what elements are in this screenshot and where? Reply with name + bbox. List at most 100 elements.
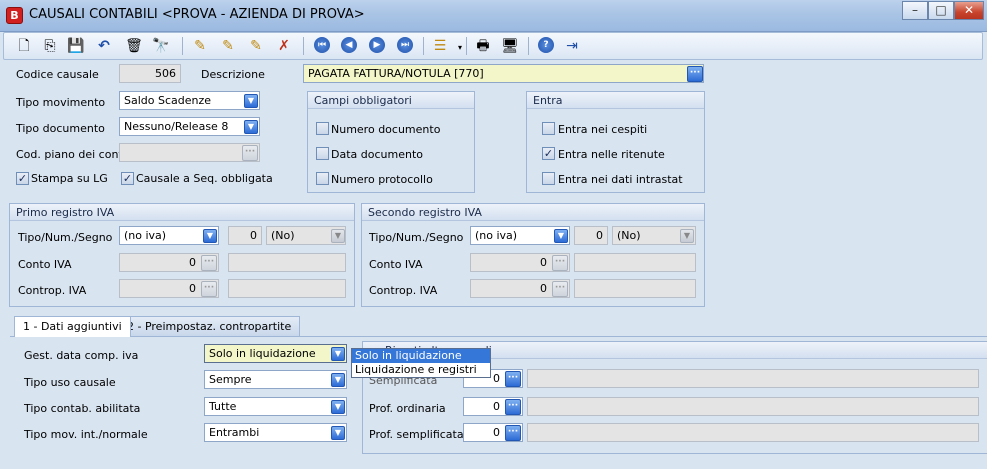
entra-intrastat-checkbox[interactable] (542, 172, 555, 185)
undo-icon[interactable]: ↶ (94, 36, 114, 56)
primo-conto-desc (228, 253, 346, 272)
entra-title: Entra (527, 92, 704, 109)
descrizione-lookup-button[interactable]: ··· (687, 66, 703, 82)
secondo-iva-title: Secondo registro IVA (362, 204, 704, 221)
data-documento-label: Data documento (331, 148, 423, 161)
delete-icon[interactable]: 🗑 (124, 36, 144, 56)
primo-controp-lookup-button[interactable]: ··· (201, 281, 217, 297)
gest-data-label: Gest. data comp. iva (24, 349, 139, 362)
numero-documento-label: Numero documento (331, 123, 441, 136)
list-dropdown-icon[interactable]: ▾ (450, 38, 470, 58)
edit-cancel-icon[interactable]: ✗ (274, 36, 294, 56)
primo-segno-dropdown-icon[interactable]: ▼ (331, 229, 345, 243)
piano-conti-lookup-button[interactable]: ··· (242, 145, 258, 161)
entra-cespiti-checkbox[interactable] (542, 122, 555, 135)
edit1-icon[interactable]: ✎ (190, 36, 210, 56)
tipo-documento-dropdown-icon[interactable]: ▼ (244, 120, 258, 134)
next-record-icon[interactable]: ▶ (369, 37, 385, 53)
codice-field[interactable]: 506 (119, 64, 181, 83)
toolbar-separator (182, 37, 183, 55)
copy-document-icon[interactable]: ⎘ (40, 36, 60, 56)
prof-semplificata-label: Prof. semplificata (369, 428, 464, 441)
piano-conti-field[interactable] (119, 143, 260, 162)
causale-seq-checkbox[interactable]: ✓ (121, 172, 134, 185)
dropdown-option-liquidazione-registri[interactable]: Liquidazione e registri (352, 363, 490, 377)
prof-ordinaria-desc (527, 397, 979, 416)
secondo-controp-desc (574, 279, 696, 298)
tipo-documento-select[interactable]: Nessuno/Release 8 (119, 117, 260, 136)
tipo-uso-dropdown-icon[interactable]: ▼ (331, 373, 345, 387)
print-icon[interactable]: 🖶 (473, 36, 493, 56)
tipo-movimento-label: Tipo movimento (16, 96, 106, 109)
descrizione-field[interactable]: PAGATA FATTURA/NOTULA [770] (303, 64, 704, 83)
new-document-icon[interactable]: 🗋 (14, 36, 34, 56)
maximize-button[interactable]: □ (928, 1, 954, 20)
exit-icon[interactable]: ⇥ (562, 36, 582, 56)
toolbar (3, 32, 983, 60)
find-icon[interactable]: 🔭 (151, 36, 171, 56)
minimize-button[interactable]: – (902, 1, 928, 20)
entra-ritenute-label: Entra nelle ritenute (558, 148, 665, 161)
last-record-icon[interactable]: ⏭ (397, 37, 413, 53)
save-icon[interactable]: 💾 (66, 36, 86, 56)
prev-record-icon[interactable]: ◀ (341, 37, 357, 53)
primo-conto-label: Conto IVA (18, 258, 72, 271)
tipo-documento-label: Tipo documento (16, 122, 105, 135)
gest-data-dropdown-icon[interactable]: ▼ (331, 347, 345, 361)
tipo-uso-label: Tipo uso causale (24, 376, 116, 389)
campi-obbligatori-title: Campi obbligatori (308, 92, 474, 109)
dropdown-option-solo-liquidazione[interactable]: Solo in liquidazione (352, 349, 490, 363)
toolbar-separator (528, 37, 529, 55)
prof-semplificata-desc (527, 423, 979, 442)
tipo-mov-dropdown-icon[interactable]: ▼ (331, 426, 345, 440)
gest-data-dropdown-list: Solo in liquidazione Liquidazione e regi… (351, 348, 491, 378)
secondo-num-field[interactable]: 0 (574, 226, 608, 245)
stampa-checkbox[interactable]: ✓ (16, 172, 29, 185)
secondo-controp-lookup-button[interactable]: ··· (552, 281, 568, 297)
prof-ordinaria-lookup-button[interactable]: ··· (505, 399, 521, 415)
app-icon[interactable]: B (6, 7, 23, 24)
window-title: CAUSALI CONTABILI <PROVA - AZIENDA DI PR… (29, 7, 365, 22)
primo-controp-label: Controp. IVA (18, 284, 87, 297)
secondo-conto-label: Conto IVA (369, 258, 423, 271)
tipo-mov-select[interactable]: Entrambi (204, 423, 347, 442)
first-record-icon[interactable]: ⏮ (314, 37, 330, 53)
tipo-uso-select[interactable]: Sempre (204, 370, 347, 389)
prof-ordinaria-label: Prof. ordinaria (369, 402, 446, 415)
tipo-contab-select[interactable]: Tutte (204, 397, 347, 416)
semplificata-desc (527, 369, 979, 388)
primo-iva-title: Primo registro IVA (10, 204, 354, 221)
secondo-conto-lookup-button[interactable]: ··· (552, 255, 568, 271)
numero-protocollo-checkbox[interactable] (316, 172, 329, 185)
gest-data-select[interactable]: Solo in liquidazione (204, 344, 347, 363)
tab-preimpostaz-contropartite[interactable]: 2 - Preimpostaz. contropartite (118, 316, 301, 336)
close-button[interactable]: ✕ (954, 1, 984, 20)
edit2-icon[interactable]: ✎ (218, 36, 238, 56)
toolbar-separator (303, 37, 304, 55)
data-documento-checkbox[interactable] (316, 147, 329, 160)
edit3-icon[interactable]: ✎ (246, 36, 266, 56)
tipo-movimento-dropdown-icon[interactable]: ▼ (244, 94, 258, 108)
primo-num-field[interactable]: 0 (228, 226, 262, 245)
codice-label: Codice causale (16, 68, 99, 81)
descrizione-label: Descrizione (201, 68, 265, 81)
semplificata-lookup-button[interactable]: ··· (505, 371, 521, 387)
toolbar-separator (466, 37, 467, 55)
secondo-segno-dropdown-icon[interactable]: ▼ (680, 229, 694, 243)
tab-dati-aggiuntivi[interactable]: 1 - Dati aggiuntivi (14, 316, 131, 337)
prof-semplificata-lookup-button[interactable]: ··· (505, 425, 521, 441)
preview-icon[interactable]: 🖥 (500, 36, 520, 56)
primo-conto-lookup-button[interactable]: ··· (201, 255, 217, 271)
secondo-tipo-dropdown-icon[interactable]: ▼ (554, 229, 568, 243)
help-icon[interactable]: ? (538, 37, 554, 53)
tipo-movimento-select[interactable]: Saldo Scadenze (119, 91, 260, 110)
entra-intrastat-label: Entra nei dati intrastat (558, 173, 683, 186)
numero-documento-checkbox[interactable] (316, 122, 329, 135)
primo-tipo-dropdown-icon[interactable]: ▼ (203, 229, 217, 243)
tipo-contab-dropdown-icon[interactable]: ▼ (331, 400, 345, 414)
numero-protocollo-label: Numero protocollo (331, 173, 433, 186)
entra-ritenute-checkbox[interactable]: ✓ (542, 147, 555, 160)
entra-cespiti-label: Entra nei cespiti (558, 123, 648, 136)
stampa-label: Stampa su LG (31, 172, 108, 185)
list-icon[interactable]: ☰ (430, 36, 450, 56)
